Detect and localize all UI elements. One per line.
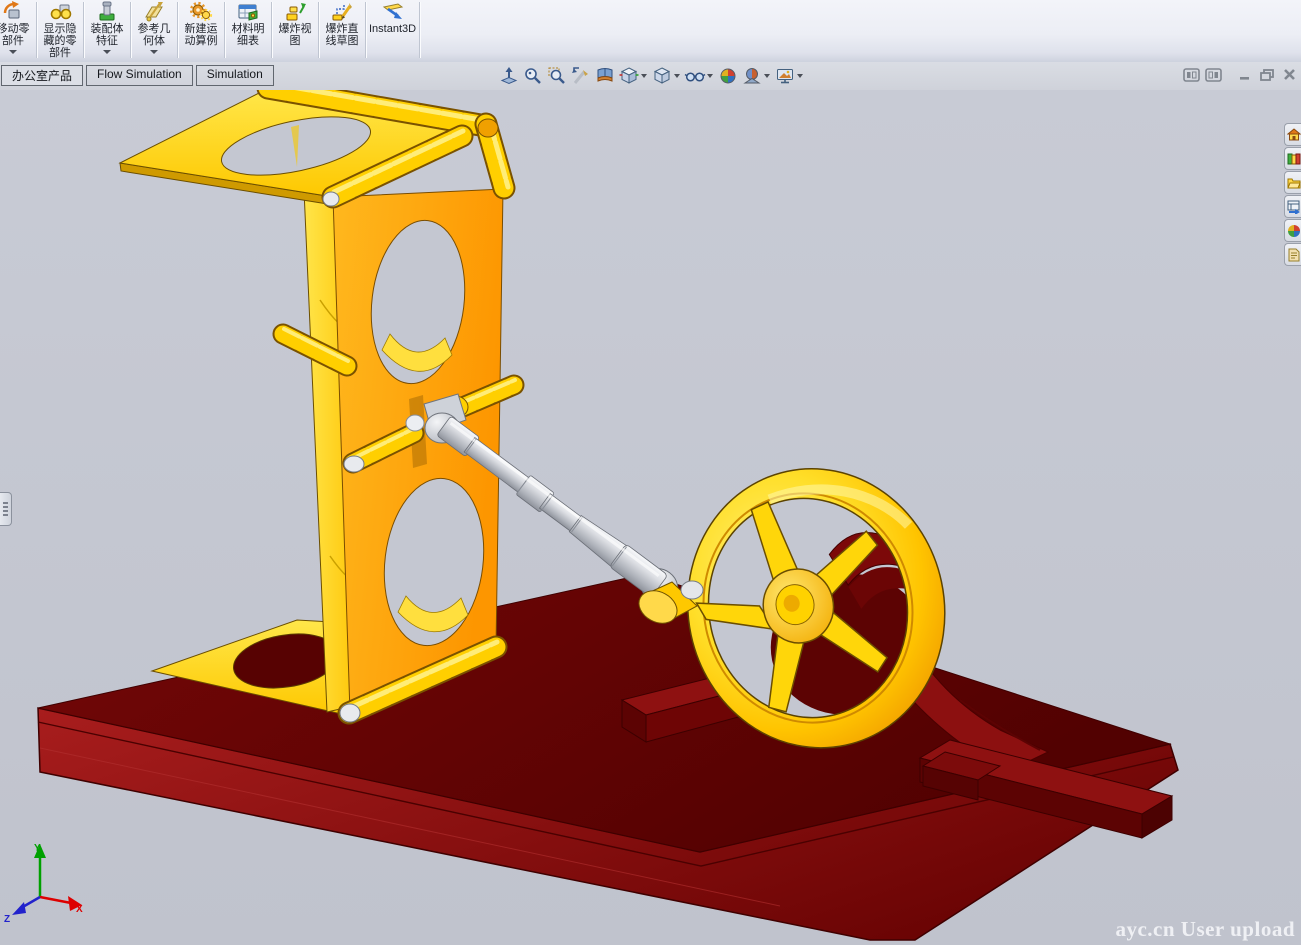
hide-show-items-icon[interactable] [683, 65, 707, 87]
button-label: 装配体 [91, 23, 124, 35]
button-label: 细表 [237, 35, 259, 47]
restore-icon[interactable] [1258, 67, 1276, 82]
button-label: 部件 [2, 35, 24, 47]
button-label: 移动零 [0, 23, 30, 35]
dropdown-arrow-icon[interactable] [641, 74, 647, 78]
button-reference-geometry[interactable]: 参考几 何体 [131, 0, 177, 61]
button-label: 何体 [143, 35, 165, 47]
button-label: 爆炸视 [279, 23, 312, 35]
button-new-motion-study[interactable]: 新建运 动算例 [178, 0, 224, 61]
hinge-pin-cap [344, 456, 364, 472]
close-icon[interactable] [1280, 67, 1298, 82]
tab-office-products[interactable]: 办公室产品 [1, 65, 83, 86]
view-palette-icon [1287, 200, 1301, 214]
tab-flow-simulation[interactable]: Flow Simulation [86, 65, 193, 86]
minimize-icon[interactable] [1236, 67, 1254, 82]
tab-file-explorer[interactable] [1284, 171, 1301, 194]
dropdown-arrow-icon[interactable] [9, 50, 17, 54]
hinge-pin-cap [340, 704, 360, 722]
document-tabs: 办公室产品 Flow Simulation Simulation [1, 65, 277, 86]
window-controls [1182, 67, 1298, 82]
button-label: 图 [290, 35, 301, 47]
dropdown-arrow-icon[interactable] [707, 74, 713, 78]
button-label: 动算例 [185, 35, 218, 47]
toolbar-separator [419, 2, 420, 58]
watermark: ayc.cn User upload [1115, 917, 1295, 942]
hinge-end-cap [478, 119, 498, 137]
button-label: 新建运 [185, 23, 218, 35]
triad-z-label: Z [4, 914, 10, 925]
move-component-icon [1, 1, 25, 23]
button-label: 特征 [96, 35, 118, 47]
home-icon [1287, 128, 1301, 142]
tab-view-palette[interactable] [1284, 195, 1301, 218]
feature-tree-flyout-tab[interactable] [0, 492, 12, 526]
tab-solidworks-resources[interactable] [1284, 123, 1301, 146]
previous-pane-icon[interactable] [1182, 67, 1200, 82]
button-label: 线草图 [326, 35, 359, 47]
button-label: 显示隐 [44, 23, 77, 35]
assembly-model: Y X Z [0, 90, 1301, 945]
graphics-viewport[interactable]: Y X Z [0, 90, 1301, 945]
command-manager-toolbar: 移动零 部件 显示隐 藏的零 部件 装配体 特征 [0, 0, 1301, 63]
button-show-hidden-components[interactable]: 显示隐 藏的零 部件 [37, 0, 83, 61]
bill-of-materials-icon [236, 1, 260, 23]
previous-view-icon[interactable] [569, 65, 593, 87]
zoom-to-area-icon[interactable] [545, 65, 569, 87]
exploded-view-icon [283, 1, 307, 23]
button-label: 材料明 [232, 23, 265, 35]
apply-scene-icon[interactable] [740, 65, 764, 87]
tab-band: 办公室产品 Flow Simulation Simulation [0, 62, 1301, 91]
explode-line-sketch-icon [330, 1, 354, 23]
display-style-icon[interactable] [650, 65, 674, 87]
reference-geometry-icon [142, 1, 166, 23]
button-bill-of-materials[interactable]: 材料明 细表 [225, 0, 271, 61]
dropdown-arrow-icon[interactable] [674, 74, 680, 78]
dropdown-arrow-icon[interactable] [797, 74, 803, 78]
tab-custom-properties[interactable] [1284, 243, 1301, 266]
zoom-to-fit-icon[interactable] [497, 65, 521, 87]
button-explode-line-sketch[interactable]: 爆炸直 线草图 [319, 0, 365, 61]
dropdown-arrow-icon[interactable] [150, 50, 158, 54]
button-instant3d[interactable]: Instant3D [366, 0, 419, 61]
button-label: 参考几 [138, 23, 171, 35]
new-motion-study-icon [188, 1, 214, 23]
button-move-component[interactable]: 移动零 部件 [0, 0, 36, 61]
zoom-in-out-icon[interactable] [521, 65, 545, 87]
flyout-grip-icon [3, 502, 8, 516]
button-label: Instant3D [369, 23, 416, 35]
section-view-icon[interactable] [593, 65, 617, 87]
show-hidden-components-icon [48, 1, 72, 23]
file-explorer-icon [1287, 176, 1301, 190]
button-label: 部件 [49, 47, 71, 59]
view-settings-icon[interactable] [773, 65, 797, 87]
button-assembly-features[interactable]: 装配体 特征 [84, 0, 130, 61]
assembly-features-icon [95, 1, 119, 23]
button-label: 藏的零 [44, 35, 77, 47]
task-pane-tabs [1284, 123, 1301, 266]
heads-up-view-toolbar [497, 65, 806, 87]
tab-appearances-scenes[interactable] [1284, 219, 1301, 242]
triad-x-label: X [76, 904, 83, 915]
dropdown-arrow-icon[interactable] [764, 74, 770, 78]
next-pane-icon[interactable] [1204, 67, 1222, 82]
design-library-icon [1287, 152, 1301, 166]
button-exploded-view[interactable]: 爆炸视 图 [272, 0, 318, 61]
orientation-triad: Y X Z [4, 843, 83, 925]
appearances-icon [1287, 224, 1301, 238]
tab-simulation[interactable]: Simulation [196, 65, 274, 86]
triad-y-label: Y [34, 843, 41, 854]
hinge-pin-cap [323, 192, 339, 206]
dropdown-arrow-icon[interactable] [103, 50, 111, 54]
instant3d-icon [378, 1, 408, 23]
button-label: 爆炸直 [326, 23, 359, 35]
tab-design-library[interactable] [1284, 147, 1301, 170]
custom-properties-icon [1287, 248, 1301, 262]
edit-appearance-icon[interactable] [716, 65, 740, 87]
view-orientation-icon[interactable] [617, 65, 641, 87]
